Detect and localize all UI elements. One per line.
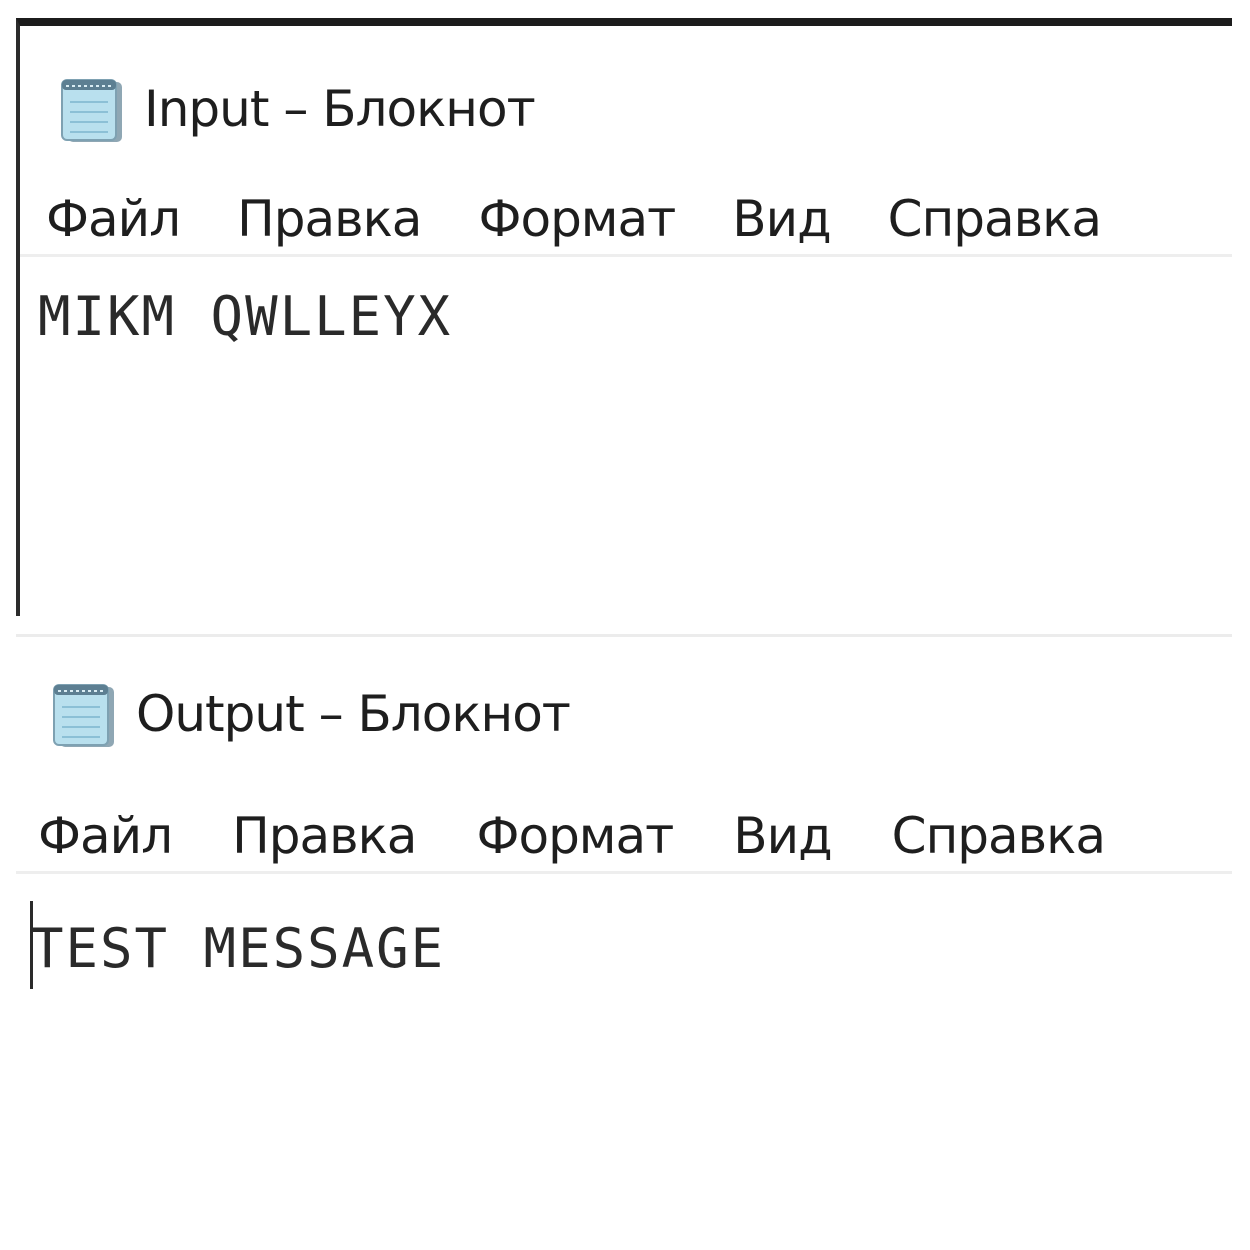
title-bar[interactable]: Output – Блокнот — [16, 669, 1232, 759]
menu-file[interactable]: Файл — [38, 807, 173, 865]
menu-edit[interactable]: Правка — [232, 807, 417, 865]
output-notepad-window: Output – Блокнот Файл Правка Формат Вид … — [16, 634, 1232, 1234]
editor-text: MIKM QWLLEYX — [38, 285, 453, 348]
menu-help[interactable]: Справка — [892, 807, 1106, 865]
text-editor-area[interactable]: TEST MESSAGE — [16, 889, 1232, 1234]
menu-file[interactable]: Файл — [46, 190, 181, 248]
notepad-icon — [56, 74, 126, 144]
menu-view[interactable]: Вид — [732, 190, 831, 248]
title-bar[interactable]: Input – Блокнот — [20, 64, 1232, 154]
menu-help[interactable]: Справка — [888, 190, 1102, 248]
menu-bar: Файл Правка Формат Вид Справка — [16, 801, 1232, 874]
notepad-icon — [48, 679, 118, 749]
menu-bar: Файл Правка Формат Вид Справка — [20, 184, 1232, 257]
screen: Input – Блокнот Файл Правка Формат Вид С… — [0, 0, 1250, 1250]
text-editor-area[interactable]: MIKM QWLLEYX — [20, 271, 1232, 616]
menu-view[interactable]: Вид — [733, 807, 832, 865]
menu-format[interactable]: Формат — [476, 807, 674, 865]
menu-format[interactable]: Формат — [478, 190, 676, 248]
window-title: Input – Блокнот — [144, 80, 536, 138]
menu-edit[interactable]: Правка — [237, 190, 422, 248]
editor-text: TEST MESSAGE — [31, 917, 446, 980]
input-notepad-window: Input – Блокнот Файл Правка Формат Вид С… — [16, 18, 1232, 616]
window-title: Output – Блокнот — [136, 685, 571, 743]
